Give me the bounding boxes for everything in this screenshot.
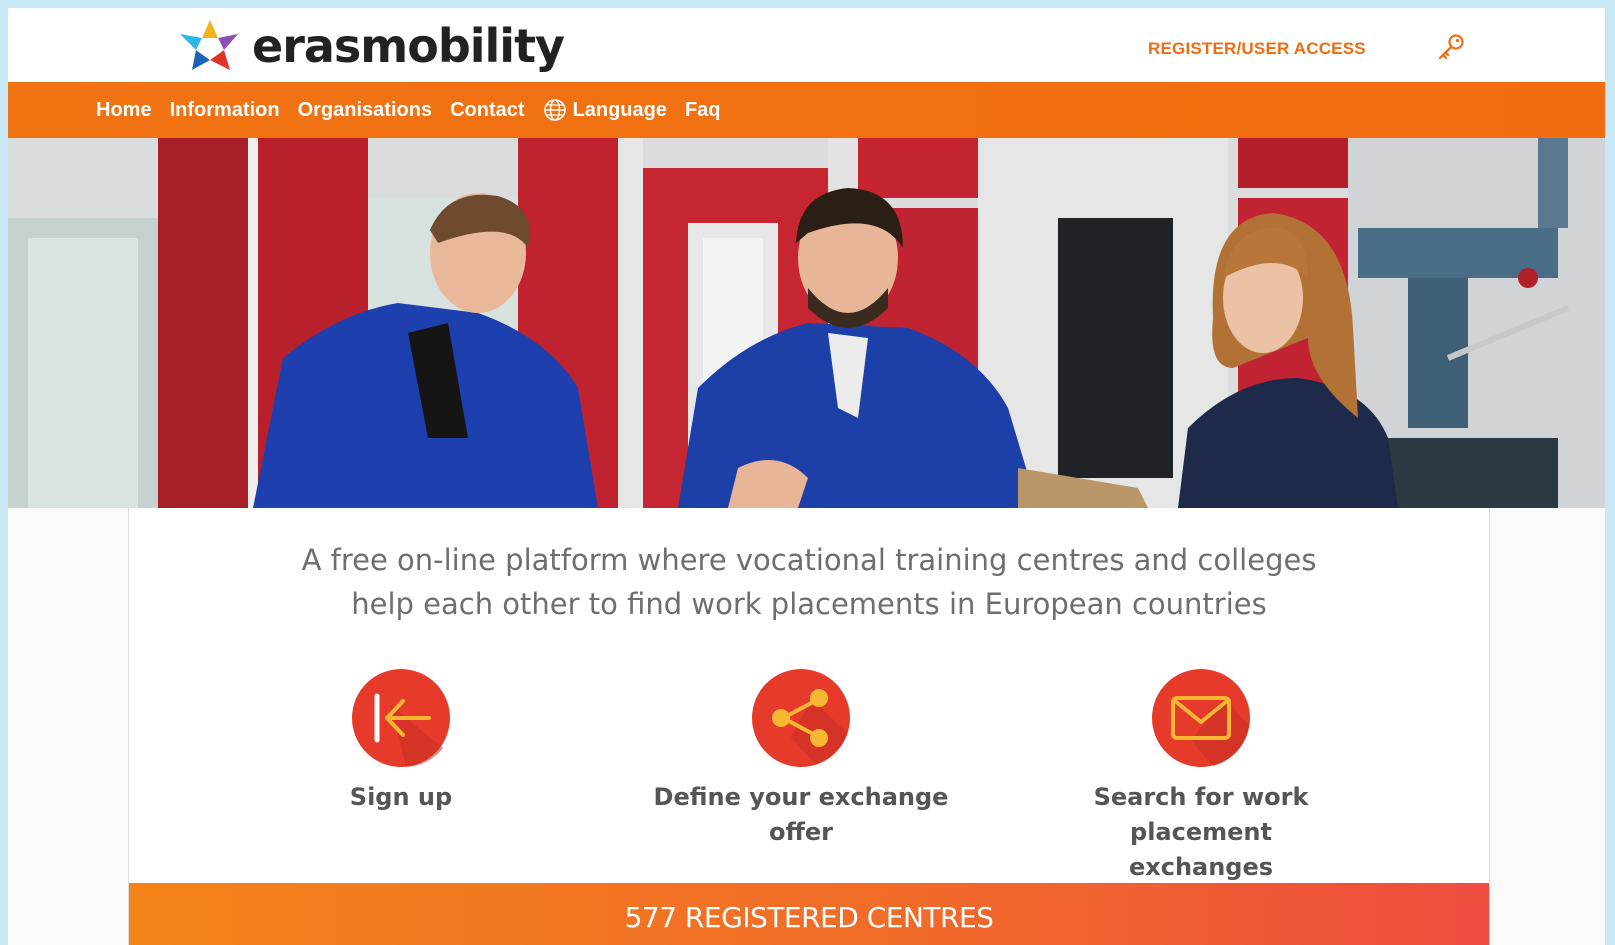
main-nav: Home Information Organisations Contact L… [8, 82, 1605, 138]
nav-item-information[interactable]: Information [170, 99, 280, 122]
feature-sign-up[interactable]: Sign up [221, 668, 581, 815]
nav-item-faq[interactable]: Faq [685, 99, 721, 122]
site-logo[interactable]: erasmobility [180, 18, 565, 74]
feature-label: Sign up [349, 783, 453, 811]
nav-item-label: Contact [450, 98, 525, 121]
registered-centres-count: 577 REGISTERED CENTRES [624, 901, 994, 934]
site-header: erasmobility REGISTER/USER ACCESS [8, 8, 1605, 82]
hero-photo [8, 138, 1605, 508]
page: erasmobility REGISTER/USER ACCESS Home I… [8, 8, 1605, 945]
feature-label: Search for work placement exchanges [1021, 780, 1381, 885]
logo-star-icon [180, 20, 238, 70]
nav-item-label: Organisations [297, 98, 433, 121]
registered-centres-banner: 577 REGISTERED CENTRES [129, 883, 1489, 945]
tagline-line-2: help each other to find work placements … [351, 587, 1267, 621]
hero-image [8, 138, 1605, 508]
share-icon[interactable] [751, 668, 851, 768]
tagline-line-1: A free on-line platform where vocational… [301, 543, 1317, 577]
globe-icon [543, 99, 566, 121]
nav-item-label: Information [169, 98, 280, 121]
sign-in-arrow-icon[interactable] [351, 668, 451, 768]
tagline: A free on-line platform where vocational… [129, 538, 1489, 626]
nav-item-home[interactable]: Home [96, 99, 152, 122]
nav-item-organisations[interactable]: Organisations [298, 99, 432, 122]
brand-name: erasmobility [252, 19, 565, 73]
key-icon[interactable] [1436, 32, 1466, 62]
feature-label-line-2: exchanges [1128, 853, 1274, 881]
register-user-access-link[interactable]: REGISTER/USER ACCESS [1148, 39, 1366, 59]
nav-item-language[interactable]: Language [543, 98, 667, 122]
feature-search-placements[interactable]: Search for work placement exchanges [1021, 668, 1381, 885]
feature-define-exchange[interactable]: Define your exchange offer [621, 668, 981, 850]
nav-item-label: Faq [684, 98, 721, 121]
nav-item-label: Home [96, 98, 152, 121]
feature-label-line-1: Search for work placement [1093, 783, 1309, 846]
feature-label: Define your exchange offer [653, 783, 949, 846]
intro-card: A free on-line platform where vocational… [128, 508, 1490, 945]
envelope-icon[interactable] [1151, 668, 1251, 768]
nav-item-label: Language [572, 98, 667, 121]
nav-item-contact[interactable]: Contact [450, 99, 524, 122]
